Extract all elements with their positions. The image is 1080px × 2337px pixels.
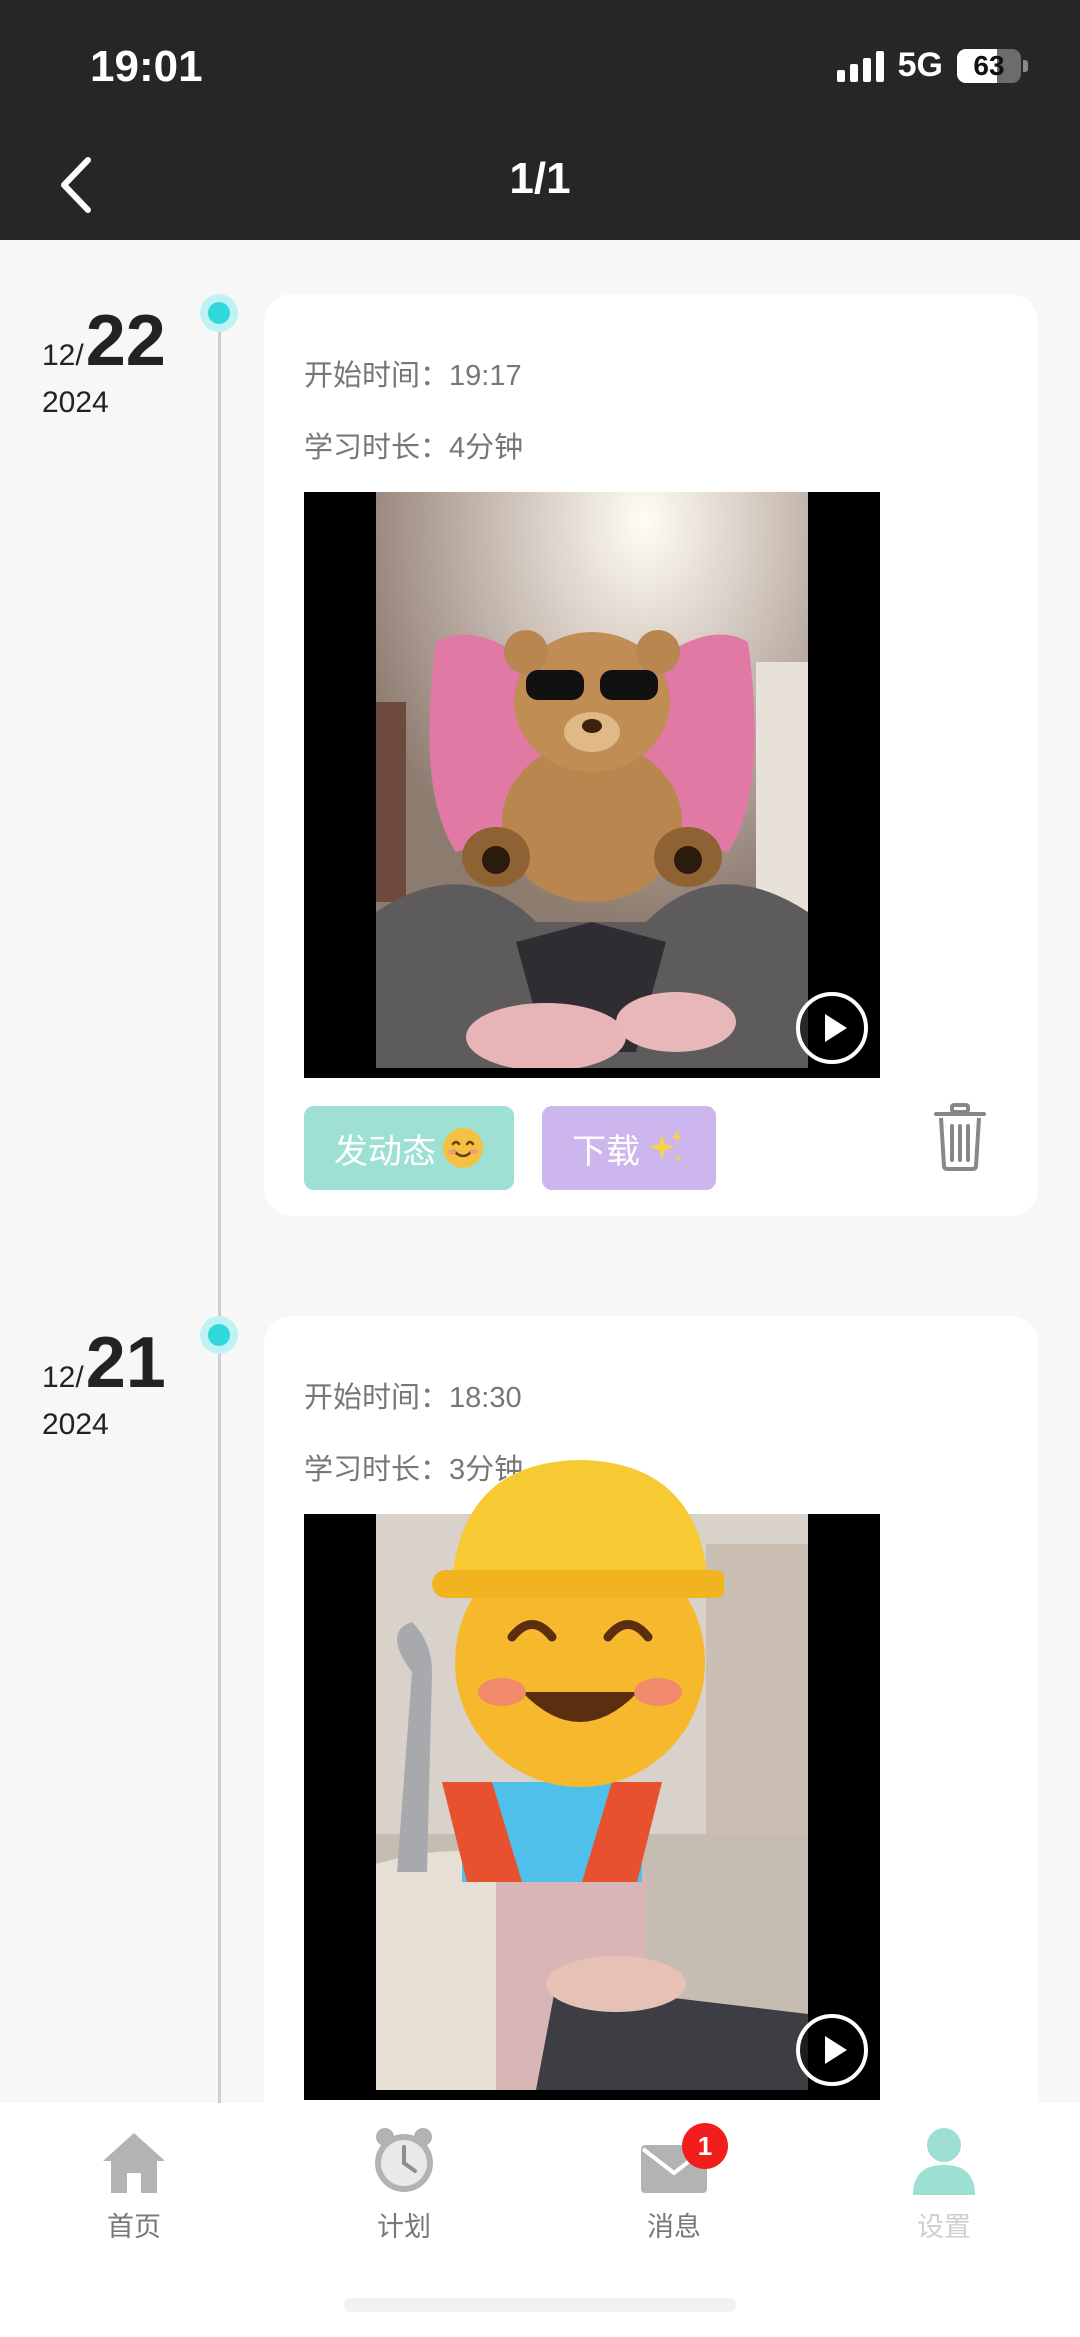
start-time: 开始时间：19:17 [304,360,522,392]
tab-label: 首页 [107,2212,161,2242]
play-icon [825,1014,847,1042]
play-icon [825,2036,847,2064]
post-button-label: 发动态 [334,1132,436,1171]
status-indicators: 5G 63 [836,46,1028,85]
tab-settings[interactable]: 设置 [874,2123,1014,2244]
start-time: 开始时间：18:30 [304,1382,522,1414]
status-time: 19:01 [90,42,203,91]
smiley-icon [443,1128,483,1168]
video-frame-image [376,492,808,1068]
status-bar: 19:01 5G 63 [0,0,1080,130]
post-moment-button[interactable]: 发动态 [304,1106,514,1190]
video-frame [376,492,808,1068]
study-duration: 学习时长：4分钟 [304,432,524,464]
home-icon [103,2133,165,2193]
signal-icon [836,50,884,82]
date-day: 21 [85,1323,166,1403]
date-year: 2024 [42,386,109,419]
trash-icon [934,1103,986,1171]
construction-worker-sticker [397,1460,724,1882]
play-button[interactable] [796,992,868,1064]
entry-date: 12/ 21 2024 [42,1322,166,1442]
date-day: 22 [85,301,166,381]
play-button[interactable] [796,2014,868,2086]
battery-tip [1023,59,1028,72]
date-month: 12/ [42,339,84,372]
date-year: 2024 [42,1408,109,1441]
network-type: 5G [897,46,943,84]
tab-home[interactable]: 首页 [64,2123,204,2244]
download-button-label: 下载 [572,1132,640,1171]
date-month: 12/ [42,1361,84,1394]
download-button[interactable]: 下载 [542,1106,716,1190]
tab-plan[interactable]: 计划 [334,2123,474,2244]
battery-level: 63 [973,49,1005,81]
unread-badge: 1 [682,2123,728,2169]
page-title: 1/1 [509,154,571,203]
entry-date: 12/ 22 2024 [42,300,166,420]
nav-bar: 1/1 [0,130,1080,240]
tab-label: 设置 [917,2212,971,2242]
timeline-dot [200,1316,238,1354]
video-thumbnail[interactable] [304,492,880,1078]
tab-messages[interactable]: 1 消息 [604,2123,744,2244]
study-record-card: 开始时间：19:17 学习时长：4分钟 发动态 下载 [264,294,1038,1216]
alarm-clock-icon [375,2128,433,2192]
timeline-line [218,298,221,2103]
timeline-dot [200,294,238,332]
tab-label: 计划 [377,2212,431,2242]
sparkles-icon [649,1130,683,1162]
tab-label: 消息 [647,2212,701,2242]
person-icon [913,2128,975,2195]
home-indicator [344,2298,736,2312]
battery-icon: 63 [957,48,1021,83]
delete-button[interactable] [930,1102,990,1172]
